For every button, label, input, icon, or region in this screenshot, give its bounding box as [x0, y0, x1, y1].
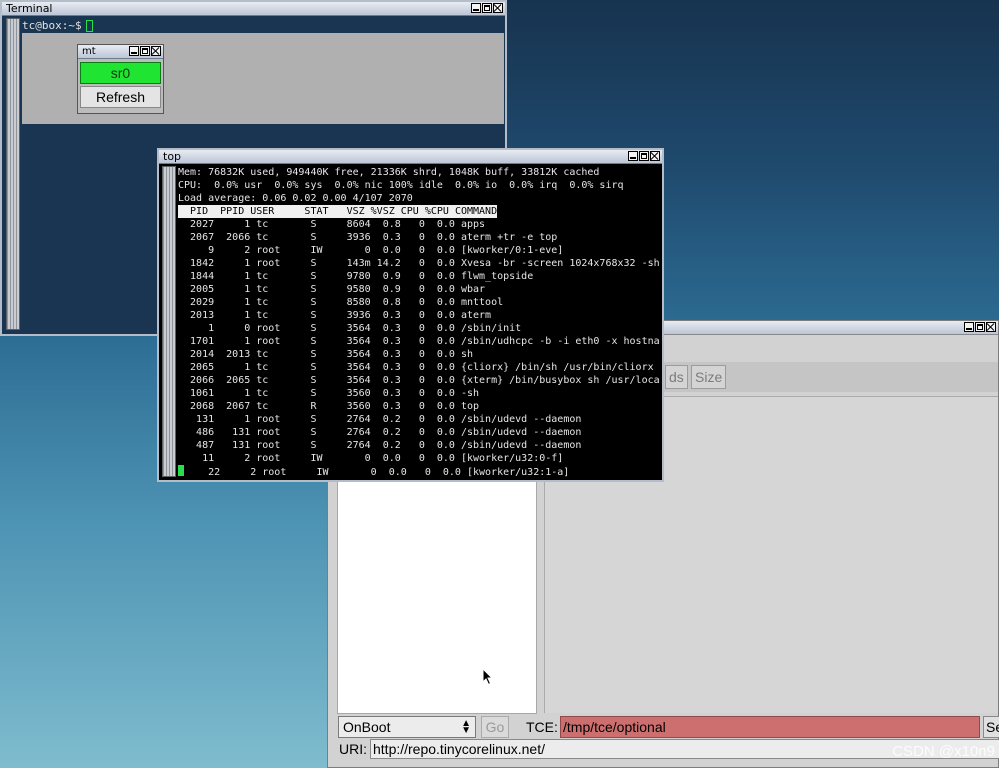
process-row-last-text: 22 2 root IW 0 0.0 0 0.0 [kworker/u32:1-…	[184, 467, 570, 478]
boot-option-select[interactable]: OnBoot ▲ ▼	[338, 716, 476, 738]
process-row-last: 22 2 root IW 0 0.0 0 0.0 [kworker/u32:1-…	[178, 465, 660, 478]
maximize-icon[interactable]	[140, 46, 150, 56]
tab-size[interactable]: Size	[691, 365, 727, 389]
terminal-prompt: tc@box:~$	[22, 19, 82, 32]
watermark: CSDN @x10n9	[892, 743, 995, 760]
process-row: 2013 1 tc S 3936 0.3 0 0.0 aterm	[178, 310, 492, 321]
terminal-scrollbar[interactable]	[6, 18, 20, 330]
tce-label: TCE:	[526, 719, 558, 735]
mnttool-title: mt	[82, 46, 96, 57]
process-row: 1842 1 root S 143m 14.2 0 0.0 Xvesa -br …	[178, 258, 660, 269]
set-button[interactable]: Se	[983, 716, 999, 738]
mem-line: Mem: 76832K used, 949440K free, 21336K s…	[178, 167, 600, 178]
maximize-icon[interactable]	[482, 3, 492, 13]
top-title: top	[163, 150, 182, 163]
terminal-cursor	[85, 20, 93, 32]
minimize-icon[interactable]	[964, 322, 974, 332]
close-icon[interactable]	[151, 46, 161, 56]
maximize-icon[interactable]	[639, 151, 649, 161]
refresh-button[interactable]: Refresh	[80, 86, 161, 108]
process-row: 2005 1 tc S 9580 0.9 0 0.0 wbar	[178, 284, 486, 295]
maximize-icon[interactable]	[975, 322, 985, 332]
minimize-icon[interactable]	[471, 3, 481, 13]
process-row: 2066 2065 tc S 3564 0.3 0 0.0 {xterm} /b…	[178, 375, 660, 386]
uri-label: URI:	[339, 741, 367, 757]
mnttool-titlebar[interactable]: mt	[78, 45, 163, 59]
process-row: 2027 1 tc S 8604 0.8 0 0.0 apps	[178, 219, 486, 230]
process-row: 2065 1 tc S 3564 0.3 0 0.0 {cliorx} /bin…	[178, 362, 660, 373]
process-row: 9 2 root IW 0 0.0 0 0.0 [kworker/0:1-eve…	[178, 245, 564, 256]
process-row: 1 0 root S 3564 0.3 0 0.0 /sbin/init	[178, 323, 522, 334]
process-table-header: PID PPID USER STAT VSZ %VSZ CPU %CPU COM…	[178, 205, 498, 218]
extension-list[interactable]	[337, 476, 537, 714]
top-output[interactable]: Mem: 76832K used, 949440K free, 21336K s…	[178, 166, 660, 478]
process-row: 1061 1 tc S 3560 0.3 0 0.0 -sh	[178, 388, 480, 399]
go-button[interactable]: Go	[481, 716, 509, 738]
minimize-icon[interactable]	[129, 46, 139, 56]
process-row: 2029 1 tc S 8580 0.8 0 0.0 mnttool	[178, 297, 504, 308]
terminal-prompt-line[interactable]: tc@box:~$	[22, 18, 501, 33]
cpu-line: CPU: 0.0% usr 0.0% sys 0.0% nic 100% idl…	[178, 180, 624, 191]
process-row: 2014 2013 tc S 3564 0.3 0 0.0 sh	[178, 349, 474, 360]
terminal-titlebar[interactable]: Terminal	[2, 2, 505, 16]
tab-depends[interactable]: ds	[665, 365, 688, 389]
load-line: Load average: 0.06 0.02 0.00 4/107 2070	[178, 193, 413, 204]
top-scrollbar[interactable]	[162, 166, 176, 477]
mouse-pointer-icon	[482, 668, 494, 686]
close-icon[interactable]	[493, 3, 503, 13]
terminal-title: Terminal	[6, 2, 53, 15]
process-row: 487 131 root S 2764 0.2 0 0.0 /sbin/udev…	[178, 440, 582, 451]
updown-arrows-icon: ▲ ▼	[461, 718, 471, 736]
process-row: 1844 1 tc S 9780 0.9 0 0.0 flwm_topside	[178, 271, 534, 282]
process-row: 11 2 root IW 0 0.0 0 0.0 [kworker/u32:0-…	[178, 453, 564, 464]
process-row: 486 131 root S 2764 0.2 0 0.0 /sbin/udev…	[178, 427, 582, 438]
boot-option-value: OnBoot	[343, 719, 391, 735]
mount-sr0-button[interactable]: sr0	[80, 62, 161, 84]
top-titlebar[interactable]: top	[159, 150, 662, 164]
mnttool-window[interactable]: mt sr0 Refresh	[77, 44, 164, 114]
process-row: 1701 1 root S 3564 0.3 0 0.0 /sbin/udhcp…	[178, 336, 660, 347]
process-row: 2068 2067 tc R 3560 0.3 0 0.0 top	[178, 401, 480, 412]
process-row: 2067 2066 tc S 3936 0.3 0 0.0 aterm +tr …	[178, 232, 558, 243]
close-icon[interactable]	[650, 151, 660, 161]
process-row: 131 1 root S 2764 0.2 0 0.0 /sbin/udevd …	[178, 414, 582, 425]
top-window[interactable]: top Mem: 76832K used, 949440K free, 2133…	[157, 148, 664, 482]
process-list: 2027 1 tc S 8604 0.8 0 0.0 apps 2067 206…	[178, 218, 660, 465]
minimize-icon[interactable]	[628, 151, 638, 161]
close-icon[interactable]	[986, 322, 996, 332]
tce-path-field[interactable]: /tmp/tce/optional	[560, 716, 980, 738]
